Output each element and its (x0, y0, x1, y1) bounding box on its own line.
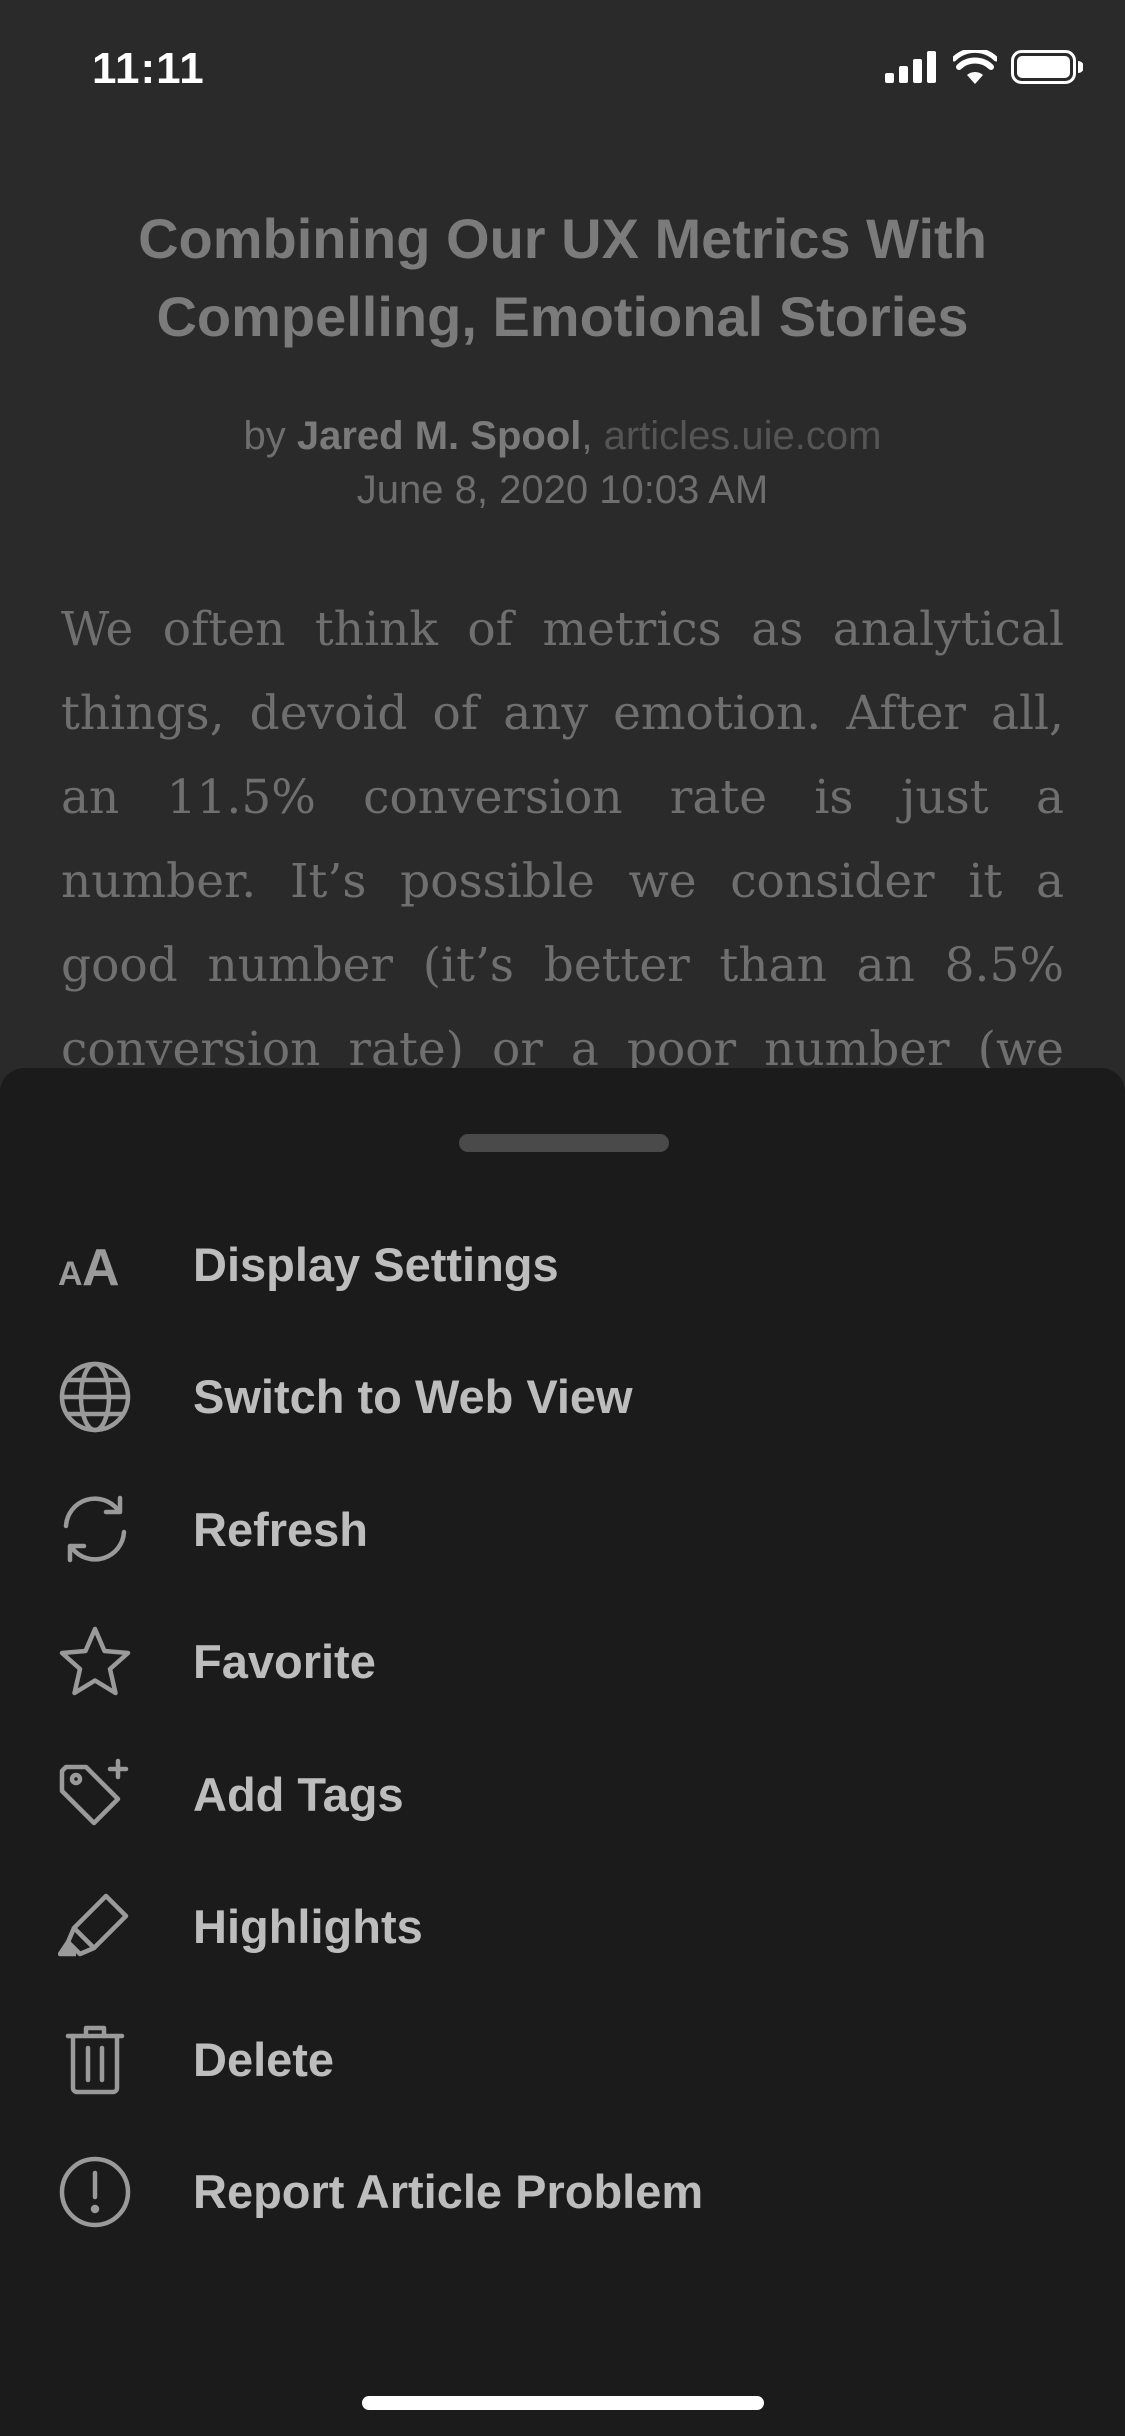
menu-label: Display Settings (193, 1237, 559, 1291)
byline-prefix: by (243, 414, 297, 458)
menu-item-display-settings[interactable]: A A Display Settings (0, 1198, 1125, 1331)
article-title: Combining Our UX Metrics With Compelling… (138, 207, 987, 348)
menu-item-refresh[interactable]: Refresh (0, 1463, 1125, 1596)
action-sheet: A A Display Settings Switch to Web View (0, 1068, 1125, 2436)
source-link[interactable]: articles.uie.com (604, 414, 882, 458)
menu-item-add-tags[interactable]: Add Tags (0, 1728, 1125, 1861)
svg-text:A: A (58, 1255, 83, 1293)
menu-item-delete[interactable]: Delete (0, 1993, 1125, 2126)
article-content: Combining Our UX Metrics With Compelling… (0, 200, 1125, 1176)
tag-add-icon (58, 1757, 132, 1831)
signal-icon (885, 51, 939, 83)
status-bar: 11:11 (0, 0, 1125, 132)
author-name: Jared M. Spool (296, 414, 582, 458)
trash-icon (58, 2022, 132, 2096)
alert-circle-icon (58, 2155, 132, 2229)
wifi-icon (953, 50, 997, 84)
menu-item-switch-web-view[interactable]: Switch to Web View (0, 1331, 1125, 1464)
menu-label: Switch to Web View (193, 1370, 633, 1424)
menu-label: Highlights (193, 1900, 423, 1954)
highlighter-icon (58, 1890, 132, 1964)
menu-item-favorite[interactable]: Favorite (0, 1596, 1125, 1729)
battery-icon (1011, 50, 1083, 84)
svg-text:A: A (82, 1239, 120, 1297)
home-indicator[interactable] (362, 2396, 764, 2410)
menu-label: Add Tags (193, 1767, 404, 1821)
menu-label: Report Article Problem (193, 2165, 704, 2219)
article-date: June 8, 2020 10:03 AM (356, 468, 769, 512)
globe-icon (58, 1360, 132, 1434)
menu-label: Refresh (193, 1502, 369, 1556)
action-menu: A A Display Settings Switch to Web View (0, 1198, 1125, 2258)
menu-item-report-problem[interactable]: Report Article Problem (0, 2126, 1125, 2259)
sheet-grabber[interactable] (459, 1134, 669, 1152)
star-icon (58, 1625, 132, 1699)
text-size-icon: A A (58, 1227, 132, 1301)
menu-label: Favorite (193, 1635, 376, 1689)
refresh-icon (58, 1492, 132, 1566)
menu-label: Delete (193, 2032, 335, 2086)
status-icons (885, 50, 1083, 84)
byline: by Jared M. Spool, articles.uie.com (0, 408, 1125, 464)
menu-item-highlights[interactable]: Highlights (0, 1861, 1125, 1994)
byline-separator: , (581, 414, 604, 458)
status-time: 11:11 (92, 44, 205, 93)
